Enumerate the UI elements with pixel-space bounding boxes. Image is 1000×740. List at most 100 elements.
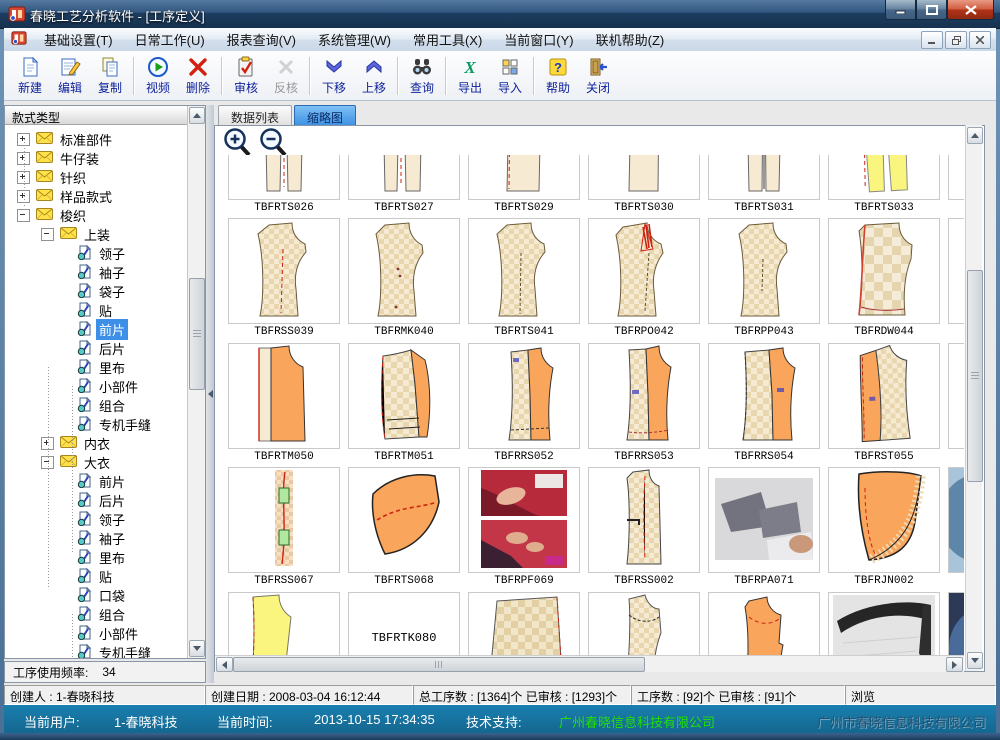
tree-scroll-thumb[interactable] [189, 278, 205, 390]
thumbnail-cell[interactable] [948, 218, 964, 340]
tab-thumbnail-view[interactable]: 缩略图 [294, 105, 356, 125]
collapse-box-icon[interactable] [17, 209, 30, 222]
thumbnail-cell[interactable]: TBFRDW044 [828, 218, 940, 340]
tree-item[interactable]: 前片 [5, 320, 189, 339]
thumbnail-cell[interactable]: TBFRSS002 [588, 467, 700, 589]
collapse-arrow-icon[interactable] [208, 390, 213, 398]
menu-item[interactable]: 常用工具(X) [402, 27, 493, 52]
tree-item[interactable]: 领子 [5, 244, 189, 263]
tree-item[interactable]: 贴 [5, 567, 189, 586]
复制-button[interactable]: 复制 [90, 54, 130, 98]
反核-button[interactable]: 反核 [266, 54, 306, 98]
thumbnail-cell[interactable]: TBFRPO042 [588, 218, 700, 340]
thumbnail-cell[interactable]: TBFRTS029 [468, 155, 580, 216]
查询-button[interactable]: 查询 [402, 54, 442, 98]
grid-h-scrollbar[interactable] [215, 655, 964, 672]
thumbnail-cell[interactable] [228, 592, 340, 655]
thumbnail-cell[interactable] [468, 592, 580, 655]
tree-item[interactable]: 袖子 [5, 529, 189, 548]
grid-v-scrollbar[interactable] [965, 125, 982, 671]
tree-item[interactable]: 里布 [5, 358, 189, 377]
关闭-button[interactable]: 关闭 [578, 54, 618, 98]
tree-item[interactable]: 上装 [5, 225, 189, 244]
thumbnail-cell[interactable]: TBFRTS031 [708, 155, 820, 216]
thumbnail-cell[interactable] [948, 155, 964, 216]
mdi-restore-button[interactable] [945, 31, 967, 49]
close-button[interactable] [947, 0, 994, 20]
menu-item[interactable]: 系统管理(W) [307, 27, 402, 52]
thumbnail-cell[interactable]: TBFRMK040 [348, 218, 460, 340]
thumbnail-cell[interactable]: TBFRPA071 [708, 467, 820, 589]
thumbnail-cell[interactable]: TBFRPP043 [708, 218, 820, 340]
thumbnail-cell[interactable]: TBFRTS033 [828, 155, 940, 216]
thumbnail-cell[interactable]: TBFRRS054 [708, 343, 820, 465]
导出-button[interactable]: X导出 [450, 54, 490, 98]
thumbnail-cell[interactable]: TBFRTM050 [228, 343, 340, 465]
tree-item[interactable]: 领子 [5, 510, 189, 529]
mdi-system-icon[interactable] [4, 30, 33, 49]
tree-item[interactable]: 组合 [5, 605, 189, 624]
tab-data-list[interactable]: 数据列表 [218, 105, 292, 125]
menu-item[interactable]: 当前窗口(Y) [493, 27, 584, 52]
tree-item[interactable]: 样品款式 [5, 187, 189, 206]
tree-item[interactable]: 袖子 [5, 263, 189, 282]
视频-button[interactable]: 视频 [138, 54, 178, 98]
thumbnail-cell[interactable] [948, 343, 964, 465]
menu-item[interactable]: 基础设置(T) [33, 27, 124, 52]
thumbnail-cell[interactable] [948, 467, 964, 589]
tree-scrollbar[interactable] [187, 106, 205, 658]
mdi-close-button[interactable] [969, 31, 991, 49]
menu-item[interactable]: 联机帮助(Z) [585, 27, 676, 52]
thumbnail-cell[interactable]: TBFRRS052 [468, 343, 580, 465]
thumbnail-cell[interactable]: TBFRTS041 [468, 218, 580, 340]
thumbnail-cell[interactable]: TBFRPF069 [468, 467, 580, 589]
tree-item[interactable]: 专机手缝 [5, 643, 189, 658]
上移-button[interactable]: 上移 [354, 54, 394, 98]
thumbnail-cell[interactable] [828, 592, 940, 655]
thumbnail-cell[interactable]: TBFRSS067 [228, 467, 340, 589]
tree-item[interactable]: 后片 [5, 491, 189, 510]
thumbnail-cell[interactable]: TBFRSS039 [228, 218, 340, 340]
tree-item[interactable]: 牛仔装 [5, 149, 189, 168]
h-scroll-thumb[interactable] [233, 657, 645, 672]
menu-item[interactable]: 报表查询(V) [216, 27, 307, 52]
maximize-button[interactable] [916, 0, 947, 20]
tree-item[interactable]: 小部件 [5, 377, 189, 396]
tree-item[interactable]: 标准部件 [5, 130, 189, 149]
thumbnail-cell[interactable]: TBFRST055 [828, 343, 940, 465]
thumbnail-cell[interactable]: TBFRTS026 [228, 155, 340, 216]
新建-button[interactable]: 新建 [10, 54, 50, 98]
thumbnail-cell[interactable]: TBFRTM051 [348, 343, 460, 465]
tree-item[interactable]: 专机手缝 [5, 415, 189, 434]
thumbnail-cell[interactable] [708, 592, 820, 655]
tree-item[interactable]: 贴 [5, 301, 189, 320]
scroll-down-icon[interactable] [967, 652, 983, 669]
scroll-up-icon[interactable] [967, 127, 983, 144]
tree-item[interactable]: 后片 [5, 339, 189, 358]
mdi-minimize-button[interactable] [921, 31, 943, 49]
删除-button[interactable]: 删除 [178, 54, 218, 98]
v-scroll-thumb[interactable] [967, 270, 983, 482]
collapse-box-icon[interactable] [41, 228, 54, 241]
编辑-button[interactable]: 编辑 [50, 54, 90, 98]
panel-splitter[interactable] [206, 105, 214, 683]
审核-button[interactable]: 审核 [226, 54, 266, 98]
minimize-button[interactable] [885, 0, 916, 20]
thumbnail-cell[interactable] [948, 592, 964, 655]
帮助-button[interactable]: ?帮助 [538, 54, 578, 98]
tree-item[interactable]: 口袋 [5, 586, 189, 605]
tree-scroll-down-icon[interactable] [189, 640, 205, 657]
tree-item[interactable]: 大衣 [5, 453, 189, 472]
thumbnail-cell[interactable]: TBFRJN002 [828, 467, 940, 589]
tree-item[interactable]: 里布 [5, 548, 189, 567]
thumbnail-cell[interactable]: TBFRTS027 [348, 155, 460, 216]
thumbnail-cell[interactable]: TBFRRS053 [588, 343, 700, 465]
tree-item[interactable]: 内衣 [5, 434, 189, 453]
tree-item[interactable]: 前片 [5, 472, 189, 491]
tree-item[interactable]: 针织 [5, 168, 189, 187]
tree-item[interactable]: 组合 [5, 396, 189, 415]
thumbnail-cell[interactable]: TBFRTS030 [588, 155, 700, 216]
tree-item[interactable]: 梭织 [5, 206, 189, 225]
menu-item[interactable]: 日常工作(U) [124, 27, 216, 52]
导入-button[interactable]: 导入 [490, 54, 530, 98]
